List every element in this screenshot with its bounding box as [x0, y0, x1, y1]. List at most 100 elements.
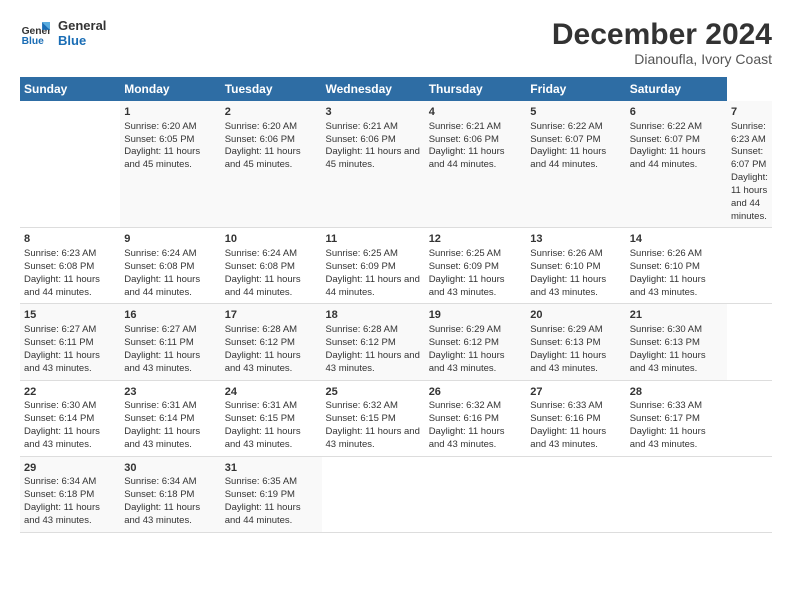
sunrise-text: Sunrise: 6:25 AM — [429, 248, 523, 261]
sunset-text: Sunset: 6:08 PM — [24, 261, 116, 274]
daylight-text: Daylight: 11 hours and 43 minutes. — [530, 274, 621, 300]
sunset-text: Sunset: 6:13 PM — [630, 337, 723, 350]
week-row-1: 1Sunrise: 6:20 AMSunset: 6:05 PMDaylight… — [20, 101, 772, 228]
daylight-text: Daylight: 11 hours and 45 minutes. — [124, 146, 216, 172]
sunrise-text: Sunrise: 6:32 AM — [326, 400, 421, 413]
calendar-cell: 26Sunrise: 6:32 AMSunset: 6:16 PMDayligh… — [425, 380, 527, 456]
daylight-text: Daylight: 11 hours and 43 minutes. — [429, 426, 523, 452]
calendar-cell: 24Sunrise: 6:31 AMSunset: 6:15 PMDayligh… — [221, 380, 322, 456]
sunrise-text: Sunrise: 6:26 AM — [630, 248, 723, 261]
calendar-cell: 14Sunrise: 6:26 AMSunset: 6:10 PMDayligh… — [626, 228, 727, 304]
daylight-text: Daylight: 11 hours and 44 minutes. — [630, 146, 723, 172]
sunrise-text: Sunrise: 6:29 AM — [530, 324, 621, 337]
sunset-text: Sunset: 6:19 PM — [225, 489, 318, 502]
day-number: 30 — [124, 461, 216, 476]
sunrise-text: Sunrise: 6:35 AM — [225, 476, 318, 489]
sunset-text: Sunset: 6:07 PM — [731, 146, 768, 172]
calendar-cell: 3Sunrise: 6:21 AMSunset: 6:06 PMDaylight… — [322, 101, 425, 228]
daylight-text: Daylight: 11 hours and 44 minutes. — [24, 274, 116, 300]
day-number: 19 — [429, 308, 523, 323]
sunrise-text: Sunrise: 6:24 AM — [124, 248, 216, 261]
day-number: 3 — [326, 105, 421, 120]
day-number: 13 — [530, 232, 621, 247]
daylight-text: Daylight: 11 hours and 43 minutes. — [124, 426, 216, 452]
day-number: 10 — [225, 232, 318, 247]
sunset-text: Sunset: 6:14 PM — [24, 413, 116, 426]
daylight-text: Daylight: 11 hours and 44 minutes. — [530, 146, 621, 172]
daylight-text: Daylight: 11 hours and 43 minutes. — [326, 426, 421, 452]
sunset-text: Sunset: 6:14 PM — [124, 413, 216, 426]
calendar-cell — [526, 456, 625, 532]
day-number: 28 — [630, 385, 723, 400]
sunrise-text: Sunrise: 6:21 AM — [429, 121, 523, 134]
daylight-text: Daylight: 11 hours and 43 minutes. — [326, 350, 421, 376]
sunset-text: Sunset: 6:10 PM — [630, 261, 723, 274]
day-number: 17 — [225, 308, 318, 323]
sunrise-text: Sunrise: 6:25 AM — [326, 248, 421, 261]
sunset-text: Sunset: 6:15 PM — [326, 413, 421, 426]
sunset-text: Sunset: 6:17 PM — [630, 413, 723, 426]
daylight-text: Daylight: 11 hours and 44 minutes. — [225, 502, 318, 528]
calendar-title: December 2024 — [552, 18, 772, 51]
calendar-subtitle: Dianoufla, Ivory Coast — [552, 51, 772, 67]
daylight-text: Daylight: 11 hours and 44 minutes. — [225, 274, 318, 300]
calendar-cell — [322, 456, 425, 532]
calendar-cell: 29Sunrise: 6:34 AMSunset: 6:18 PMDayligh… — [20, 456, 120, 532]
day-number: 15 — [24, 308, 116, 323]
calendar-page: General Blue General Blue December 2024 … — [0, 0, 792, 612]
day-number: 4 — [429, 105, 523, 120]
daylight-text: Daylight: 11 hours and 43 minutes. — [530, 426, 621, 452]
sunset-text: Sunset: 6:07 PM — [530, 134, 621, 147]
calendar-cell: 25Sunrise: 6:32 AMSunset: 6:15 PMDayligh… — [322, 380, 425, 456]
calendar-cell — [626, 456, 727, 532]
sunset-text: Sunset: 6:18 PM — [24, 489, 116, 502]
day-number: 27 — [530, 385, 621, 400]
col-header-friday: Friday — [526, 77, 625, 101]
calendar-cell: 7Sunrise: 6:23 AMSunset: 6:07 PMDaylight… — [727, 101, 772, 228]
sunrise-text: Sunrise: 6:31 AM — [225, 400, 318, 413]
col-header-saturday: Saturday — [626, 77, 727, 101]
daylight-text: Daylight: 11 hours and 45 minutes. — [326, 146, 421, 172]
sunrise-text: Sunrise: 6:34 AM — [124, 476, 216, 489]
daylight-text: Daylight: 11 hours and 43 minutes. — [24, 350, 116, 376]
daylight-text: Daylight: 11 hours and 43 minutes. — [225, 426, 318, 452]
sunset-text: Sunset: 6:11 PM — [24, 337, 116, 350]
daylight-text: Daylight: 11 hours and 45 minutes. — [225, 146, 318, 172]
sunrise-text: Sunrise: 6:20 AM — [225, 121, 318, 134]
sunset-text: Sunset: 6:12 PM — [326, 337, 421, 350]
logo-line1: General — [58, 18, 106, 33]
daylight-text: Daylight: 11 hours and 44 minutes. — [124, 274, 216, 300]
sunrise-text: Sunrise: 6:32 AM — [429, 400, 523, 413]
col-header-tuesday: Tuesday — [221, 77, 322, 101]
calendar-cell: 12Sunrise: 6:25 AMSunset: 6:09 PMDayligh… — [425, 228, 527, 304]
daylight-text: Daylight: 11 hours and 44 minutes. — [731, 172, 768, 223]
calendar-cell: 27Sunrise: 6:33 AMSunset: 6:16 PMDayligh… — [526, 380, 625, 456]
calendar-cell: 22Sunrise: 6:30 AMSunset: 6:14 PMDayligh… — [20, 380, 120, 456]
sunset-text: Sunset: 6:10 PM — [530, 261, 621, 274]
day-number: 18 — [326, 308, 421, 323]
col-header-sunday: Sunday — [20, 77, 120, 101]
calendar-cell: 8Sunrise: 6:23 AMSunset: 6:08 PMDaylight… — [20, 228, 120, 304]
sunset-text: Sunset: 6:06 PM — [429, 134, 523, 147]
logo-icon: General Blue — [20, 18, 50, 48]
day-number: 11 — [326, 232, 421, 247]
daylight-text: Daylight: 11 hours and 43 minutes. — [530, 350, 621, 376]
sunrise-text: Sunrise: 6:22 AM — [530, 121, 621, 134]
sunset-text: Sunset: 6:05 PM — [124, 134, 216, 147]
calendar-cell: 15Sunrise: 6:27 AMSunset: 6:11 PMDayligh… — [20, 304, 120, 380]
day-number: 16 — [124, 308, 216, 323]
day-number: 7 — [731, 105, 768, 120]
week-row-3: 15Sunrise: 6:27 AMSunset: 6:11 PMDayligh… — [20, 304, 772, 380]
sunset-text: Sunset: 6:11 PM — [124, 337, 216, 350]
sunset-text: Sunset: 6:12 PM — [225, 337, 318, 350]
calendar-cell: 5Sunrise: 6:22 AMSunset: 6:07 PMDaylight… — [526, 101, 625, 228]
sunrise-text: Sunrise: 6:20 AM — [124, 121, 216, 134]
day-number: 31 — [225, 461, 318, 476]
week-row-2: 8Sunrise: 6:23 AMSunset: 6:08 PMDaylight… — [20, 228, 772, 304]
day-number: 20 — [530, 308, 621, 323]
sunrise-text: Sunrise: 6:33 AM — [530, 400, 621, 413]
calendar-cell: 30Sunrise: 6:34 AMSunset: 6:18 PMDayligh… — [120, 456, 220, 532]
sunset-text: Sunset: 6:15 PM — [225, 413, 318, 426]
day-number: 24 — [225, 385, 318, 400]
logo: General Blue General Blue — [20, 18, 106, 48]
